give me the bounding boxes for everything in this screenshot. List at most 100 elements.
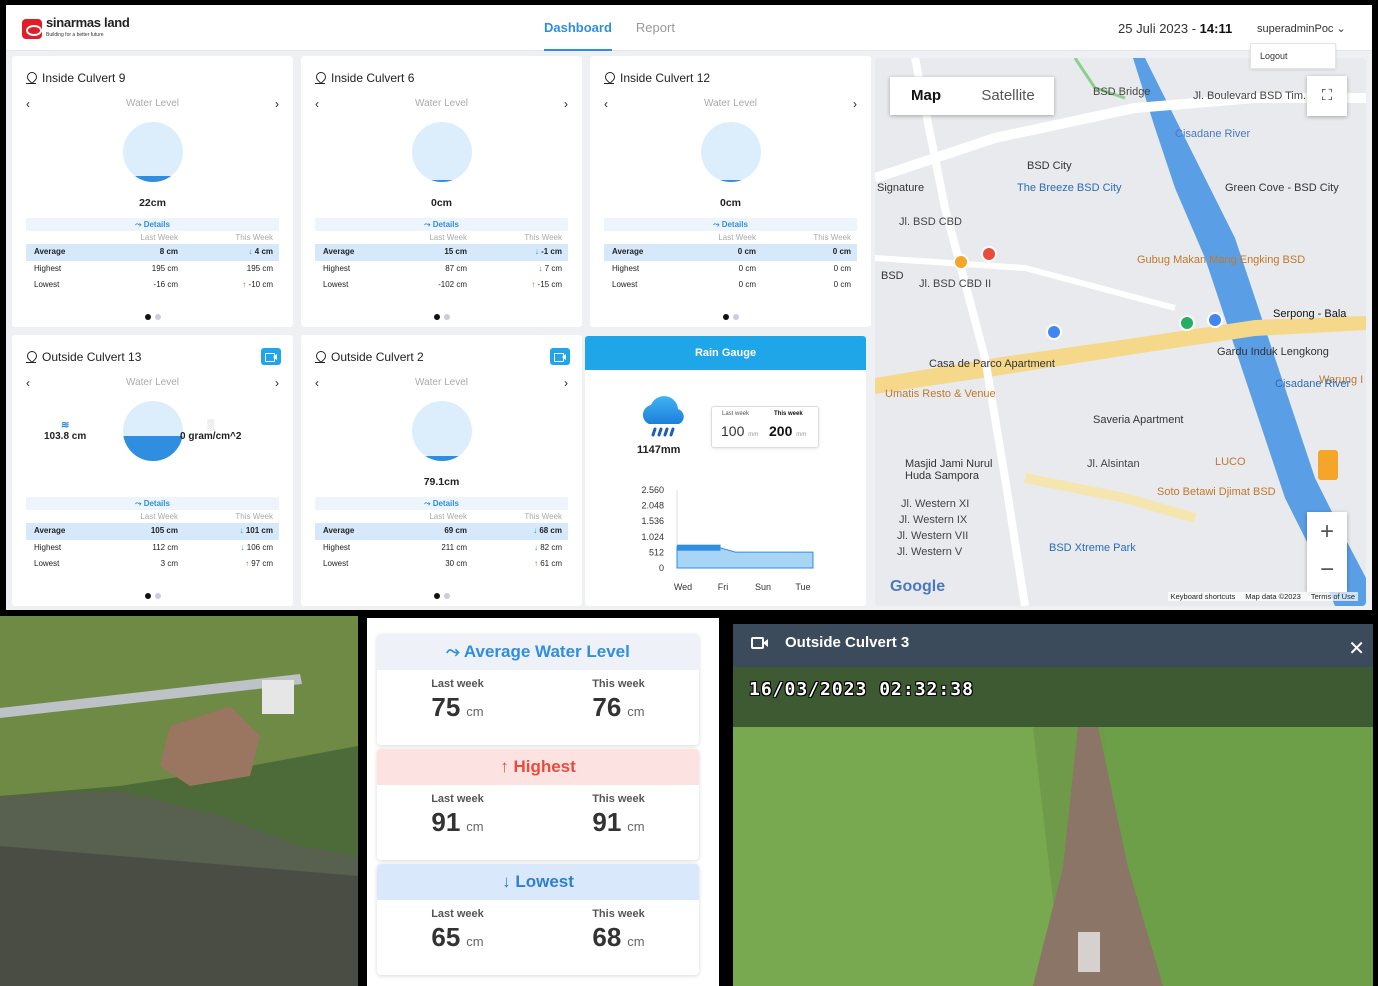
card-title-text: Inside Culvert 9 [42, 71, 126, 85]
carousel-dot[interactable] [732, 314, 739, 320]
rain-total: 1147mm [637, 444, 681, 456]
video-camera-button[interactable] [550, 348, 570, 365]
brand-logo[interactable]: sinarmas land Building for a better futur… [22, 16, 130, 41]
map-place-label[interactable]: BSD Xtreme Park [1049, 542, 1136, 554]
details-button[interactable]: ⤳ Details [315, 218, 568, 231]
map-place-label[interactable]: Signature [877, 182, 924, 194]
details-button[interactable]: ⤳ Details [604, 218, 857, 231]
map-view[interactable]: Map Satellite ⛶ + − BSD Bridge Jl. Boulev… [875, 58, 1366, 606]
cell: -1 cm [541, 247, 562, 256]
carousel-dot[interactable] [433, 593, 440, 599]
details-label: Details [721, 220, 748, 229]
logout-button[interactable]: Logout [1250, 43, 1336, 69]
details-button[interactable]: ⤳ Details [26, 497, 279, 510]
carousel-dot[interactable] [722, 314, 729, 320]
flow-value: 103.8 cm [44, 431, 87, 442]
col-this-week: This Week [524, 512, 562, 521]
map-place-label[interactable]: Jl. Boulevard BSD Tim. [1193, 90, 1306, 102]
arrow-down-icon: ↓ [502, 872, 511, 891]
rain-week-box: Last week This week 100 mm 200 mm [711, 406, 819, 448]
map-place-label[interactable]: Jl. Western IX [899, 514, 967, 526]
chevron-right-icon[interactable]: › [853, 97, 857, 111]
map-place-label[interactable]: Jl. Western V [897, 546, 962, 558]
carousel-dot[interactable] [154, 593, 161, 599]
map-place-label[interactable]: Soto Betawi Djimat BSD [1157, 486, 1276, 498]
chevron-left-icon[interactable]: ‹ [604, 97, 608, 111]
map-place-label[interactable]: Serpong - Bala [1273, 308, 1346, 320]
map-tab-satellite[interactable]: Satellite [962, 77, 1054, 115]
chevron-left-icon[interactable]: ‹ [315, 376, 319, 390]
map-place-label[interactable]: Gardu Induk Lengkong [1217, 346, 1329, 358]
map-place-label[interactable]: Jl. BSD CBD II [919, 278, 991, 290]
tab-dashboard[interactable]: Dashboard [544, 5, 612, 51]
chevron-right-icon[interactable]: › [564, 376, 568, 390]
fullscreen-icon[interactable]: ⛶ [1307, 76, 1347, 116]
high-last-value: 91 [431, 807, 461, 837]
sensor-card: Inside Culvert 9 ‹ Water Level › 22cm ⤳ De… [12, 56, 293, 327]
map-place-label[interactable]: LUCO [1215, 456, 1246, 468]
tab-report[interactable]: Report [636, 5, 675, 51]
carousel-dot[interactable] [144, 593, 151, 599]
map-keyboard-shortcuts[interactable]: Keyboard shortcuts [1171, 592, 1236, 601]
table-row: Highest 112 cm ↓ 106 cm [26, 540, 279, 557]
video-camera-button[interactable] [261, 348, 281, 365]
stats-table: ⤳ Details Last Week This Week Average 15 c… [315, 218, 568, 294]
chevron-left-icon[interactable]: ‹ [315, 97, 319, 111]
row-label: Lowest [323, 280, 349, 289]
map-place-label[interactable]: Jl. BSD CBD [899, 216, 962, 228]
map-place-label[interactable]: The Breeze BSD City [1017, 182, 1122, 194]
cell: 0 cm [833, 280, 851, 289]
water-level-label: Water Level [415, 98, 468, 109]
cell: 112 cm [152, 542, 178, 552]
carousel-dot[interactable] [433, 314, 440, 320]
table-row: Highest 211 cm ↓ 82 cm [315, 540, 568, 557]
details-button[interactable]: ⤳ Details [315, 497, 568, 510]
chevron-right-icon[interactable]: › [275, 97, 279, 111]
street-view-icon[interactable] [1318, 450, 1338, 480]
low-last-value: 65 [431, 922, 461, 952]
details-button[interactable]: ⤳ Details [26, 218, 279, 231]
carousel-dots [12, 586, 293, 599]
carousel-dot[interactable] [144, 314, 151, 320]
map-place-label[interactable]: Saveria Apartment [1093, 414, 1184, 426]
map-data-credit: Map data ©2023 [1245, 592, 1301, 601]
map-type-toggle[interactable]: Map Satellite [890, 77, 1054, 115]
user-menu[interactable]: superadminPoc ⌄ [1257, 22, 1346, 35]
map-tab-map[interactable]: Map [890, 77, 962, 115]
carousel-dots [301, 586, 582, 599]
cell: -16 cm [153, 280, 178, 289]
chevron-left-icon[interactable]: ‹ [26, 97, 30, 111]
map-place-label[interactable]: Masjid Jami Nurul Huda Sampora [905, 458, 1015, 482]
chevron-right-icon[interactable]: › [275, 376, 279, 390]
zoom-out-icon[interactable]: − [1307, 552, 1347, 592]
avg-this-value: 76 [592, 692, 622, 722]
map-place-label[interactable]: Jl. Alsintan [1087, 458, 1140, 470]
map-place-label[interactable]: BSD Bridge [1093, 86, 1150, 98]
map-place-label[interactable]: Cisadane River [1175, 128, 1250, 140]
chevron-right-icon[interactable]: › [564, 97, 568, 111]
cell: 15 cm [444, 247, 467, 256]
map-place-label[interactable]: BSD [881, 270, 904, 282]
chevron-left-icon[interactable]: ‹ [26, 376, 30, 390]
carousel-dot[interactable] [443, 314, 450, 320]
map-place-label[interactable]: Green Cove - BSD City [1225, 182, 1339, 194]
average-header: ⤳ Average Water Level [377, 634, 699, 670]
map-place-label[interactable]: Umatis Resto & Venue [885, 388, 996, 400]
map-place-label[interactable]: Jl. Western XI [901, 498, 969, 510]
map-place-label[interactable]: Gubug Makan Mang Engking BSD [1137, 254, 1305, 266]
carousel-dot[interactable] [154, 314, 161, 320]
map-place-label[interactable]: Jl. Western VII [897, 530, 968, 542]
y-tick-label: 2.560 [641, 485, 664, 495]
carousel-dot[interactable] [443, 593, 450, 599]
row-label: Lowest [323, 559, 349, 568]
arrow-down-icon: ↓ [240, 542, 245, 552]
sediment-icon: ░ [207, 420, 215, 431]
map-place-label[interactable]: Cisadane River [1275, 378, 1350, 390]
water-level-gauge [122, 122, 183, 182]
zoom-in-icon[interactable]: + [1307, 512, 1347, 552]
map-place-label[interactable]: Casa de Parco Apartment [929, 358, 1055, 370]
close-icon[interactable]: ✕ [1348, 630, 1365, 668]
map-place-label[interactable]: BSD City [1027, 160, 1072, 172]
location-pin-icon [604, 72, 614, 84]
map-terms[interactable]: Terms of Use [1311, 592, 1355, 601]
